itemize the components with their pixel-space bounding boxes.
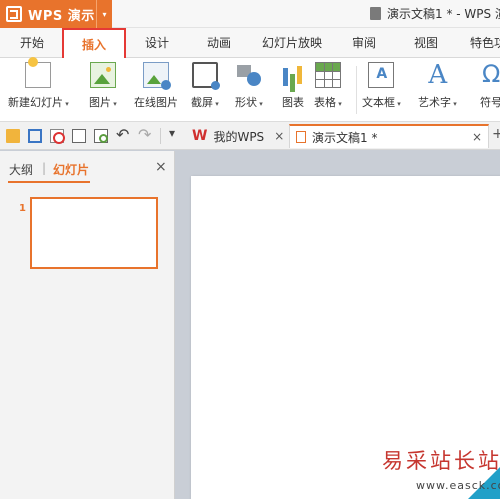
- panel-tab-divider: |: [42, 161, 47, 175]
- chart-icon: [280, 62, 306, 88]
- tab-home[interactable]: 开始: [20, 34, 44, 51]
- title-bar: WPS 演示 ▾ 演示文稿1 * - WPS 演: [0, 0, 500, 28]
- watermark-url: www.easck.com: [416, 479, 500, 492]
- picture-icon: [89, 62, 116, 88]
- open-folder-icon[interactable]: [6, 129, 20, 143]
- tab-my-wps[interactable]: W 我的WPS ×: [188, 124, 286, 148]
- tab-insert[interactable]: 插入: [62, 28, 126, 59]
- word-art-label: 艺术字: [418, 94, 457, 110]
- ribbon-toolbar: 新建幻灯片 图片 在线图片 截屏 形状 图表 表格 文本框 艺术字 符号: [0, 57, 500, 122]
- text-box-label: 文本框: [362, 94, 401, 110]
- presentation-file-icon: [296, 131, 306, 143]
- document-icon: [370, 7, 381, 20]
- watermark: 易采站长站 www.easck.com: [372, 443, 500, 499]
- tab-current-document[interactable]: 演示文稿1 * ×: [289, 124, 489, 148]
- tab-my-wps-label: 我的WPS: [213, 129, 265, 144]
- word-art-button[interactable]: 艺术字: [418, 60, 457, 110]
- tab-view[interactable]: 视图: [414, 34, 438, 51]
- table-label: 表格: [314, 94, 342, 110]
- screenshot-button[interactable]: 截屏: [191, 62, 220, 110]
- chart-button[interactable]: 图表: [280, 62, 306, 110]
- save-icon[interactable]: [28, 129, 42, 143]
- ribbon-divider: [356, 66, 357, 114]
- new-tab-button[interactable]: +: [492, 126, 500, 142]
- shape-label: 形状: [235, 94, 263, 110]
- slides-panel: 大纲 | 幻灯片 × 1: [0, 151, 175, 499]
- ribbon-tabs: 开始 插入 设计 动画 幻灯片放映 审阅 视图 特色功: [0, 28, 500, 59]
- table-button[interactable]: 表格: [314, 62, 342, 110]
- close-icon[interactable]: ×: [472, 130, 482, 144]
- picture-label: 图片: [89, 94, 117, 110]
- tab-special-features[interactable]: 特色功: [470, 34, 500, 51]
- slide-thumbnail[interactable]: [30, 197, 158, 269]
- wps-w-icon: W: [192, 128, 208, 144]
- window-title-text: 演示文稿1 * - WPS 演: [387, 7, 500, 21]
- undo-icon[interactable]: [116, 125, 130, 144]
- print-icon[interactable]: [72, 129, 86, 143]
- slide-number: 1: [19, 203, 26, 214]
- picture-button[interactable]: 图片: [89, 62, 117, 110]
- tab-slides[interactable]: 幻灯片: [53, 161, 89, 178]
- window-title: 演示文稿1 * - WPS 演: [370, 5, 500, 22]
- wps-logo-icon: [6, 6, 22, 22]
- text-box-icon: [368, 62, 395, 88]
- new-slide-label: 新建幻灯片: [8, 94, 69, 110]
- symbol-icon: [478, 60, 500, 88]
- chart-label: 图表: [282, 96, 304, 109]
- close-icon[interactable]: ×: [274, 129, 284, 143]
- tab-review[interactable]: 审阅: [352, 34, 376, 51]
- online-picture-button[interactable]: 在线图片: [134, 62, 178, 110]
- tab-design[interactable]: 设计: [145, 34, 169, 51]
- customize-toolbar-icon[interactable]: [167, 126, 181, 143]
- panel-tabs: 大纲 | 幻灯片 ×: [0, 151, 175, 183]
- quick-access-bar: W 我的WPS × 演示文稿1 * × +: [0, 122, 500, 150]
- tab-animation[interactable]: 动画: [207, 34, 231, 51]
- symbol-label: 符号: [480, 96, 500, 109]
- symbol-button[interactable]: 符号: [478, 60, 500, 110]
- screenshot-icon: [191, 62, 220, 90]
- online-picture-label: 在线图片: [134, 96, 178, 109]
- export-pdf-icon[interactable]: [50, 129, 65, 144]
- redo-icon[interactable]: [138, 125, 152, 144]
- active-tab-underline: [8, 181, 90, 183]
- app-name: WPS 演示: [28, 8, 95, 24]
- app-menu-button[interactable]: WPS 演示 ▾: [0, 0, 112, 28]
- tab-outline[interactable]: 大纲: [9, 161, 33, 178]
- tab-current-document-label: 演示文稿1 *: [312, 130, 378, 145]
- table-icon: [314, 62, 341, 88]
- shape-button[interactable]: 形状: [235, 62, 263, 110]
- toolbar-divider: [160, 128, 161, 144]
- tab-slideshow[interactable]: 幻灯片放映: [262, 34, 322, 51]
- text-box-button[interactable]: 文本框: [362, 62, 401, 110]
- screenshot-label: 截屏: [191, 94, 219, 110]
- new-slide-button[interactable]: 新建幻灯片: [8, 57, 69, 110]
- word-art-icon: [424, 60, 450, 90]
- new-slide-icon: [25, 57, 52, 88]
- shape-icon: [236, 62, 262, 88]
- chevron-down-icon[interactable]: ▾: [96, 0, 112, 28]
- print-preview-icon[interactable]: [94, 129, 108, 143]
- close-icon[interactable]: ×: [155, 159, 167, 175]
- watermark-text: 易采站长站: [382, 449, 500, 473]
- online-picture-icon: [143, 62, 171, 90]
